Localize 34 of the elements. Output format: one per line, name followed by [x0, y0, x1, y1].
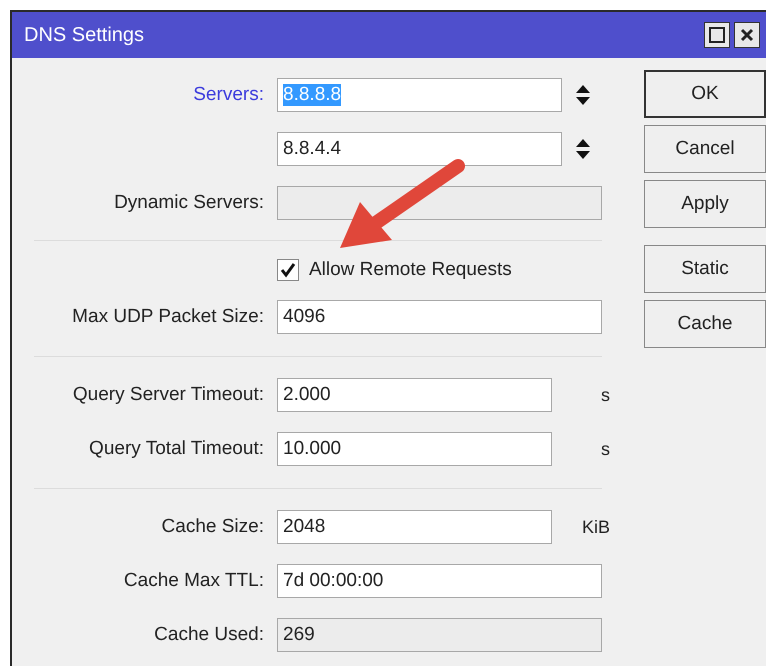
readonly-field[interactable]: [277, 186, 602, 220]
window-title: DNS Settings: [24, 24, 144, 46]
dialog-button[interactable]: Cache: [644, 300, 766, 348]
field-label: Cache Size:: [160, 516, 264, 538]
unit-label: KiB: [582, 516, 610, 538]
field-label: Query Server Timeout:: [72, 384, 264, 406]
close-button[interactable]: [734, 22, 760, 48]
dialog-button[interactable]: Static: [644, 245, 766, 293]
field-label: Max UDP Packet Size:: [71, 306, 264, 328]
dialog-button[interactable]: OK: [644, 70, 766, 118]
field-link[interactable]: Servers:: [32, 84, 264, 106]
spinner-icon[interactable]: [576, 85, 590, 105]
input-field[interactable]: 7d 00:00:00: [277, 564, 602, 598]
spinner-icon[interactable]: [576, 139, 590, 159]
input-field[interactable]: 4096: [277, 300, 602, 334]
readonly-field[interactable]: 269: [277, 618, 602, 652]
input-field[interactable]: 10.000: [277, 432, 552, 466]
input-field[interactable]: 8.8.4.4: [277, 132, 562, 166]
maximize-icon: [709, 27, 725, 43]
check-icon: [280, 262, 296, 278]
field-label: Cache Max TTL:: [122, 570, 264, 592]
close-icon: [740, 28, 754, 42]
field-label: Query Total Timeout:: [88, 438, 264, 460]
maximize-button[interactable]: [704, 22, 730, 48]
input-field[interactable]: 2.000: [277, 378, 552, 412]
field-label: Dynamic Servers:: [113, 192, 264, 214]
dialog-button[interactable]: Apply: [644, 180, 766, 228]
field-label: Cache Used:: [153, 624, 264, 646]
checkbox-label: Allow Remote Requests: [309, 259, 512, 281]
unit-label: s: [601, 438, 610, 460]
unit-label: s: [601, 384, 610, 406]
checkbox[interactable]: [277, 259, 299, 281]
input-field[interactable]: 2048: [277, 510, 552, 544]
dialog-button[interactable]: Cancel: [644, 125, 766, 173]
